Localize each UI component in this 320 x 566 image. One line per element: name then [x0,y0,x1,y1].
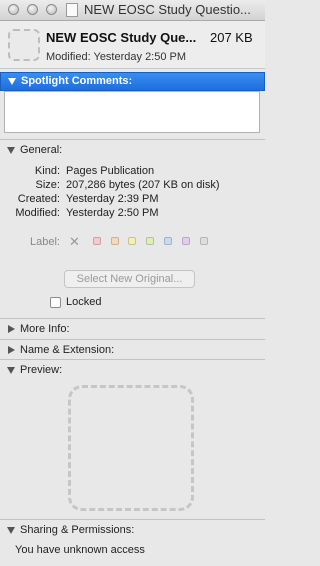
info-key: Modified: [15,207,60,219]
label-clear-icon[interactable]: ✕ [69,234,80,250]
locked-label: Locked [66,296,102,308]
file-size: 207 KB [210,30,253,45]
label-color-green[interactable] [146,237,154,245]
section-label: Name & Extension: [20,344,115,356]
window-title: NEW EOSC Study Questio... [84,2,251,17]
section-label: Preview: [20,364,63,376]
zoom-button[interactable] [46,4,57,15]
label-color-purple[interactable] [182,237,190,245]
disclosure-triangle-icon[interactable] [8,78,16,85]
file-name: NEW EOSC Study Que... [46,30,197,45]
label-color-orange[interactable] [111,237,119,245]
label-color-blue[interactable] [164,237,172,245]
section-label: Sharing & Permissions: [20,524,135,536]
label-color-red[interactable] [93,237,101,245]
access-status: You have unknown access [15,544,145,556]
spotlight-comments-header[interactable]: Spotlight Comments: [0,72,265,91]
section-label: Spotlight Comments: [21,75,133,87]
info-value: Yesterday 2:50 PM [66,207,159,219]
info-key: Kind: [34,165,60,177]
general-section-header[interactable]: General: [0,142,265,161]
file-icon [8,29,40,61]
info-value: Pages Publication [66,165,155,177]
preview-section-header[interactable]: Preview: [0,362,265,381]
info-key: Created: [17,193,60,205]
header-modified: Modified: Yesterday 2:50 PM [46,51,187,63]
spotlight-comments-field[interactable] [4,91,260,133]
label-title: Label: [30,236,60,248]
sharing-permissions-section-header[interactable]: Sharing & Permissions: [0,522,265,541]
label-color-gray[interactable] [200,237,208,245]
divider [0,339,265,340]
disclosure-triangle-icon[interactable] [8,325,15,333]
divider [0,359,265,360]
info-value: 207,286 bytes (207 KB on disk) [66,179,220,191]
disclosure-triangle-icon[interactable] [7,367,15,374]
disclosure-triangle-icon[interactable] [8,346,15,354]
locked-checkbox[interactable] [50,297,61,308]
info-key: Size: [35,179,60,191]
divider [0,139,265,140]
document-icon [66,3,78,17]
divider [0,318,265,319]
section-label: General: [20,144,63,156]
select-new-original-button[interactable]: Select New Original... [64,270,195,288]
disclosure-triangle-icon[interactable] [7,527,15,534]
more-info-section-header[interactable]: More Info: [0,321,265,340]
close-button[interactable] [8,4,19,15]
info-value: Yesterday 2:39 PM [66,193,159,205]
section-label: More Info: [20,323,70,335]
divider [0,519,265,520]
window-titlebar[interactable]: NEW EOSC Study Questio... [0,0,265,21]
preview-placeholder [68,385,194,511]
minimize-button[interactable] [27,4,38,15]
disclosure-triangle-icon[interactable] [7,147,15,154]
label-color-yellow[interactable] [128,237,136,245]
